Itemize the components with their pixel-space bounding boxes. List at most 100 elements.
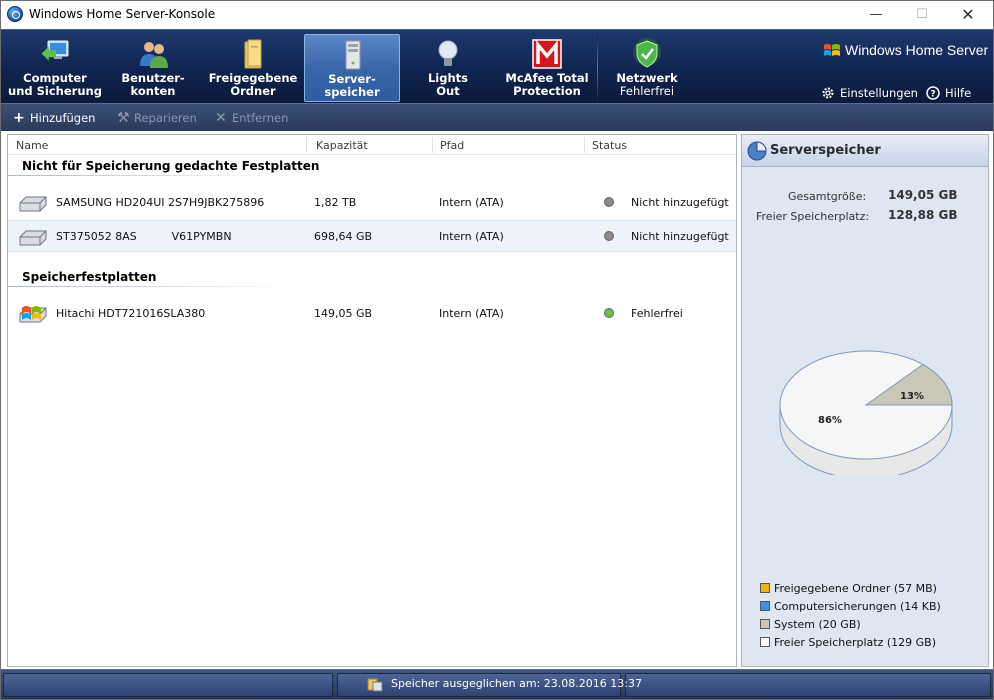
windows-flag-icon bbox=[824, 44, 840, 56]
group-non-storage-drives: Nicht für Speicherung gedachte Festplatt… bbox=[22, 159, 320, 173]
shield-check-icon bbox=[633, 38, 661, 68]
remove-label: Entfernen bbox=[232, 111, 289, 125]
tab-computer-backup[interactable]: Computer und Sicherung bbox=[7, 34, 103, 102]
server-storage-panel: Serverspeicher Gesamtgröße: 149,05 GB Fr… bbox=[741, 134, 989, 667]
column-status[interactable]: Status bbox=[592, 139, 627, 152]
table-row[interactable]: SAMSUNG HD204UI 2S7H9JBK275896 1,82 TB I… bbox=[8, 187, 736, 219]
status-segment bbox=[3, 673, 333, 697]
pie-free-label: 86% bbox=[818, 415, 842, 426]
windows-home-server-logo: Windows Home Server bbox=[823, 42, 988, 58]
legend-system: System (20 GB) bbox=[760, 618, 861, 631]
storage-balanced-icon bbox=[367, 678, 383, 692]
lightbulb-icon bbox=[438, 40, 458, 66]
home-server-app-icon[interactable] bbox=[7, 6, 23, 22]
gear-icon bbox=[822, 87, 834, 99]
tab-user-accounts[interactable]: Benutzer- konten bbox=[105, 34, 201, 102]
minimize-button[interactable]: — bbox=[853, 1, 899, 29]
legend-shared-folders: Freigegebene Ordner (57 MB) bbox=[760, 582, 937, 595]
svg-text:?: ? bbox=[930, 90, 935, 100]
brand-text: Windows Home Server bbox=[845, 42, 989, 58]
close-button[interactable]: ✕ bbox=[945, 1, 991, 29]
drive-capacity: 698,64 GB bbox=[314, 230, 373, 243]
drive-capacity: 149,05 GB bbox=[314, 307, 373, 320]
column-divider[interactable] bbox=[306, 137, 307, 153]
server-storage-icon bbox=[345, 40, 361, 70]
group-storage-drives: Speicherfestplatten bbox=[22, 270, 157, 284]
drive-capacity: 1,82 TB bbox=[314, 196, 357, 209]
status-text: Speicher ausgeglichen am: 23.08.2016 13:… bbox=[391, 677, 642, 690]
storage-drive-icon bbox=[19, 306, 47, 323]
legend-swatch bbox=[760, 619, 770, 629]
total-size-label: Gesamtgröße: bbox=[788, 190, 867, 203]
legend-label: System (20 GB) bbox=[774, 618, 861, 631]
status-indicator-icon bbox=[604, 308, 614, 318]
network-status-text: Fehlerfrei bbox=[619, 84, 675, 98]
plus-icon: + bbox=[13, 110, 25, 126]
drive-path: Intern (ATA) bbox=[439, 196, 504, 209]
network-status[interactable]: Netzwerk Fehlerfrei bbox=[599, 34, 695, 102]
repair-button[interactable]: ⚒ Reparieren bbox=[117, 110, 197, 126]
help-link[interactable]: ? Hilfe bbox=[926, 86, 971, 100]
nav-separator bbox=[597, 34, 598, 100]
wrench-icon: ⚒ bbox=[117, 110, 130, 126]
tab-mcafee-label: McAfee Total Protection bbox=[505, 71, 589, 98]
tab-server-storage[interactable]: Server- speicher bbox=[304, 34, 400, 102]
column-path[interactable]: Pfad bbox=[440, 139, 464, 152]
tab-shared-folders[interactable]: Freigegebene Ordner bbox=[205, 34, 301, 102]
tab-lights-out-label: Lights Out bbox=[427, 71, 469, 98]
tab-mcafee[interactable]: McAfee Total Protection bbox=[499, 34, 595, 102]
tab-computer-backup-label: Computer und Sicherung bbox=[8, 71, 102, 98]
column-headers: Name Kapazität Pfad Status bbox=[8, 135, 736, 155]
drive-name: Hitachi HDT721016SLA380 bbox=[56, 307, 206, 320]
drive-path: Intern (ATA) bbox=[439, 307, 504, 320]
hard-drive-icon bbox=[19, 230, 47, 246]
tab-shared-folders-label: Freigegebene Ordner bbox=[208, 71, 298, 98]
maximize-button[interactable]: ☐ bbox=[899, 1, 945, 29]
mcafee-icon bbox=[532, 39, 562, 69]
legend-swatch bbox=[760, 637, 770, 647]
shared-folder-icon bbox=[244, 39, 262, 69]
table-row[interactable]: ST375052 8AS V61PYMBN 698,64 GB Intern (… bbox=[8, 220, 736, 252]
legend-computer-backups: Computersicherungen (14 KB) bbox=[760, 600, 941, 613]
legend-label: Freier Speicherplatz (129 GB) bbox=[774, 636, 937, 649]
remove-button[interactable]: ✕ Entfernen bbox=[215, 110, 288, 126]
drive-status: Nicht hinzugefügt bbox=[631, 196, 729, 209]
help-label: Hilfe bbox=[945, 86, 972, 100]
table-row[interactable]: Hitachi HDT721016SLA380 149,05 GB Intern… bbox=[8, 298, 736, 330]
column-capacity[interactable]: Kapazität bbox=[316, 139, 368, 152]
column-divider[interactable] bbox=[584, 137, 585, 153]
status-indicator-icon bbox=[604, 231, 614, 241]
total-size-value: 149,05 GB bbox=[888, 188, 958, 202]
computer-backup-icon bbox=[41, 40, 69, 61]
group-divider bbox=[8, 286, 288, 287]
settings-link[interactable]: Einstellungen bbox=[821, 86, 918, 100]
drive-name: SAMSUNG HD204UI 2S7H9JBK275896 bbox=[56, 196, 265, 209]
help-icon: ? bbox=[926, 86, 940, 100]
legend-label: Computersicherungen (14 KB) bbox=[774, 600, 941, 613]
tab-lights-out[interactable]: Lights Out bbox=[400, 34, 496, 102]
column-name[interactable]: Name bbox=[16, 139, 48, 152]
panel-title: Serverspeicher bbox=[770, 143, 881, 158]
users-icon bbox=[140, 42, 168, 68]
tab-server-storage-label: Server- speicher bbox=[324, 72, 380, 99]
pie-chart-icon bbox=[747, 141, 767, 161]
drive-path: Intern (ATA) bbox=[439, 230, 504, 243]
title-bar: Windows Home Server-Konsole — ☐ ✕ bbox=[1, 1, 993, 29]
group-divider bbox=[8, 175, 288, 176]
column-divider[interactable] bbox=[432, 137, 433, 153]
window-title: Windows Home Server-Konsole bbox=[29, 7, 216, 21]
drive-list: Name Kapazität Pfad Status Nicht für Spe… bbox=[7, 134, 737, 667]
hard-drive-icon bbox=[19, 196, 47, 212]
tab-user-accounts-label: Benutzer- konten bbox=[121, 71, 185, 98]
drive-status: Nicht hinzugefügt bbox=[631, 230, 729, 243]
panel-header: Serverspeicher bbox=[742, 135, 988, 167]
legend-swatch bbox=[760, 601, 770, 611]
status-bar: Speicher ausgeglichen am: 23.08.2016 13:… bbox=[1, 669, 993, 699]
status-indicator-icon bbox=[604, 197, 614, 207]
free-space-label: Freier Speicherplatz: bbox=[756, 210, 870, 223]
free-space-value: 128,88 GB bbox=[888, 208, 958, 222]
main-navigation: Computer und Sicherung Benutzer- konten … bbox=[1, 29, 993, 103]
legend-free-space: Freier Speicherplatz (129 GB) bbox=[760, 636, 936, 649]
add-button[interactable]: + Hinzufügen bbox=[13, 110, 95, 126]
status-segment bbox=[625, 673, 991, 697]
